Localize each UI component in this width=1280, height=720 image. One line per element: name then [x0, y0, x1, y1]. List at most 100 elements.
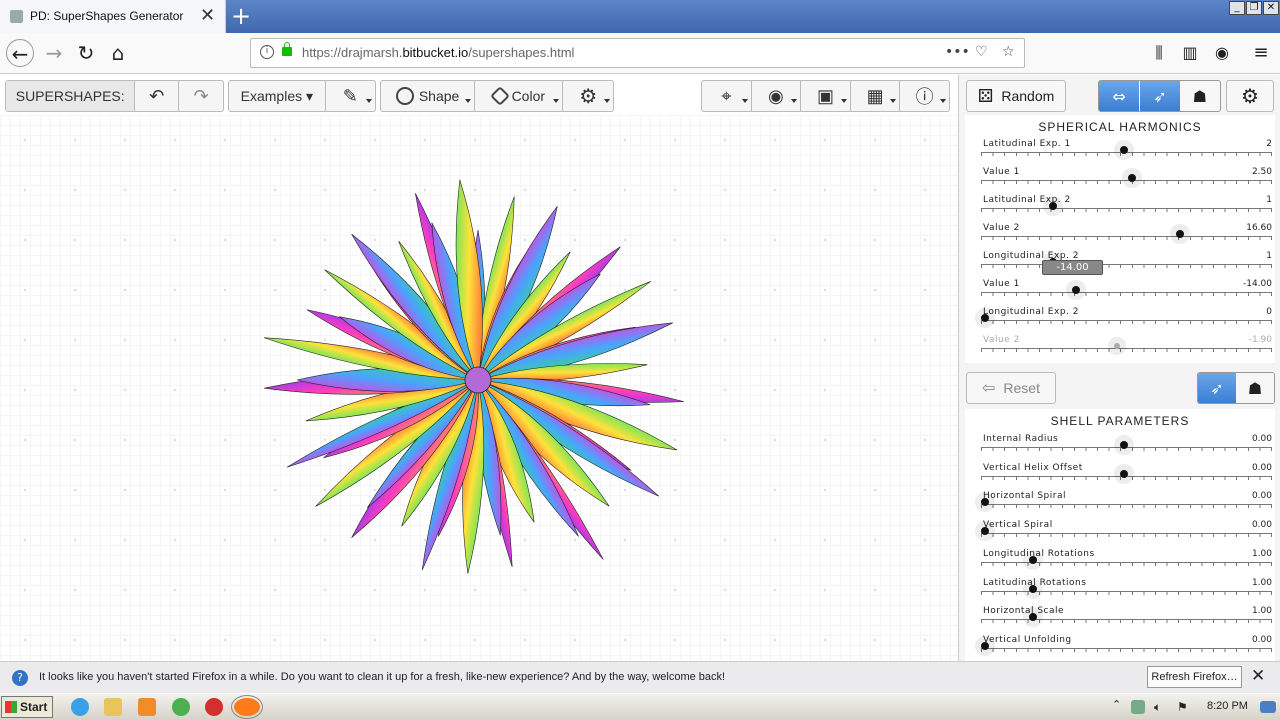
slider-track[interactable]: [981, 504, 1272, 506]
turtle-icon: ☗: [1192, 86, 1207, 106]
slider-thumb[interactable]: [1119, 469, 1128, 478]
slider-track[interactable]: [981, 264, 1272, 265]
slider-value: 0.00: [1251, 634, 1272, 645]
slider-track[interactable]: [981, 236, 1272, 237]
settings-menu-button[interactable]: ⚙: [563, 81, 613, 111]
url-text[interactable]: https://drajmarsh.bitbucket.io/supershap…: [302, 45, 574, 60]
app-title-label: SUPERSHAPES:: [6, 81, 136, 111]
eye-icon: ◉: [768, 85, 784, 106]
fast-mode-button[interactable]: ➶: [1139, 81, 1180, 111]
url-bar[interactable]: i https://drajmarsh.bitbucket.io/supersh…: [250, 38, 1025, 68]
show-desktop-icon[interactable]: [1260, 701, 1276, 713]
minimize-window-button[interactable]: _: [1229, 1, 1245, 15]
close-window-button[interactable]: ✕: [1263, 1, 1279, 15]
supershape-render[interactable]: [0, 115, 958, 661]
ie-icon[interactable]: [71, 698, 89, 716]
slider-thumb[interactable]: [1029, 584, 1038, 593]
maximize-window-button[interactable]: ❐: [1246, 1, 1262, 15]
start-button[interactable]: Start: [1, 696, 53, 718]
page-actions-menu-icon[interactable]: •••: [945, 44, 970, 60]
slider-row: Value 2 16.60: [977, 223, 1272, 251]
slider-label: Vertical Unfolding: [983, 634, 1072, 645]
slider-value: 16.60: [1246, 223, 1272, 233]
refresh-firefox-button[interactable]: Refresh Firefox…: [1147, 666, 1242, 688]
parameters-panel: ⚄ Random ⇔ ➶ ☗ ⚙ SPHERICAL HARMONICS Lati…: [958, 75, 1280, 661]
morph-mode-button[interactable]: ⇔: [1099, 81, 1140, 111]
slider-track[interactable]: [981, 320, 1272, 321]
slider-thumb[interactable]: [1119, 146, 1128, 154]
slider-row: Horizontal Spiral 0.00: [977, 491, 1272, 519]
notification-message: It looks like you haven't started Firefo…: [39, 671, 726, 683]
shape-menu-button[interactable]: Shape: [381, 81, 476, 111]
forward-button[interactable]: →: [40, 39, 68, 67]
media-player-icon[interactable]: [138, 698, 156, 716]
back-button[interactable]: ←: [6, 39, 34, 67]
slider-track[interactable]: [981, 561, 1272, 563]
network-tray-icon[interactable]: [1131, 700, 1145, 714]
display-mode-button[interactable]: ▣: [801, 81, 851, 111]
examples-dropdown[interactable]: Examples ▾: [229, 81, 326, 111]
secure-lock-icon[interactable]: [282, 42, 292, 56]
info-button[interactable]: ⓘ: [900, 81, 949, 111]
reload-button[interactable]: ↻: [72, 39, 100, 67]
edit-tools-button[interactable]: ✎: [326, 81, 375, 111]
slider-track[interactable]: [981, 619, 1272, 621]
slider-label: Value 2: [983, 335, 1020, 345]
redo-button[interactable]: ↷: [179, 81, 223, 111]
slider-track[interactable]: [981, 292, 1272, 293]
home-button[interactable]: ⌂: [104, 39, 132, 67]
slider-track[interactable]: [981, 533, 1272, 535]
shell-fast-button[interactable]: ➶: [1198, 373, 1236, 403]
slider-track[interactable]: [981, 348, 1272, 349]
app-toolbar-main: SUPERSHAPES: ↶ ↷: [5, 80, 224, 112]
color-menu-button[interactable]: Color: [475, 81, 564, 111]
sidebar-icon[interactable]: ▥: [1176, 39, 1204, 67]
slider-thumb[interactable]: [1114, 343, 1120, 349]
close-tab-icon[interactable]: ✕: [200, 5, 215, 26]
slider-thumb[interactable]: [1119, 441, 1128, 449]
account-icon[interactable]: ◉: [1208, 39, 1236, 67]
slider-row: Vertical Helix Offset 0.00: [977, 463, 1272, 491]
slider-thumb[interactable]: [1048, 202, 1057, 210]
bookmark-star-icon[interactable]: ☆: [1002, 44, 1015, 60]
view-center-button[interactable]: ⌖: [702, 81, 752, 111]
explorer-icon[interactable]: [104, 698, 122, 716]
slider-thumb[interactable]: [981, 641, 989, 650]
slider-thumb[interactable]: [981, 314, 989, 322]
slider-row: Vertical Spiral 0.00: [977, 520, 1272, 548]
library-icon[interactable]: ⫼: [1145, 39, 1173, 67]
shell-slow-button[interactable]: ☗: [1236, 373, 1274, 403]
slider-track[interactable]: [981, 180, 1272, 181]
gear-icon: ⚙: [1241, 85, 1259, 108]
slider-track[interactable]: [981, 590, 1272, 592]
volume-tray-icon[interactable]: 🔈︎: [1154, 700, 1168, 714]
panel-settings-button[interactable]: ⚙: [1226, 80, 1274, 112]
slider-thumb[interactable]: [1029, 555, 1038, 564]
close-notification-icon[interactable]: ✕: [1251, 666, 1265, 686]
3d-viewport[interactable]: [0, 115, 958, 661]
reset-button[interactable]: ⇦ Reset: [966, 372, 1056, 404]
new-tab-button[interactable]: +: [228, 2, 254, 30]
gear-icon: ⚙: [579, 85, 598, 108]
slow-mode-button[interactable]: ☗: [1179, 81, 1220, 111]
visibility-button[interactable]: ◉: [752, 81, 802, 111]
examples-toolbar: Examples ▾ ✎: [228, 80, 376, 112]
slider-row: Horizontal Scale 1.00: [977, 606, 1272, 634]
slider-thumb[interactable]: [1071, 286, 1080, 294]
tray-expand-icon[interactable]: ⌃: [1112, 698, 1124, 716]
site-info-icon[interactable]: i: [260, 45, 274, 59]
slider-track[interactable]: [981, 647, 1272, 649]
hamburger-menu-icon[interactable]: ≡: [1247, 39, 1275, 67]
random-button[interactable]: ⚄ Random: [966, 80, 1066, 112]
action-center-tray-icon[interactable]: ⚑: [1177, 700, 1191, 714]
opera-icon[interactable]: [205, 698, 223, 716]
firefox-taskbar-icon[interactable]: [231, 695, 263, 719]
slider-row: Longitudinal Exp. 21: [977, 251, 1272, 279]
mesh-button[interactable]: ▦: [851, 81, 901, 111]
browser-tab[interactable]: PD: SuperShapes Generator ✕: [0, 0, 226, 33]
pocket-icon[interactable]: ♡: [975, 44, 988, 60]
slider-track[interactable]: [981, 208, 1272, 209]
undo-button[interactable]: ↶: [135, 81, 180, 111]
hare-icon: ➶: [1153, 86, 1167, 106]
chrome-icon[interactable]: [172, 698, 190, 716]
